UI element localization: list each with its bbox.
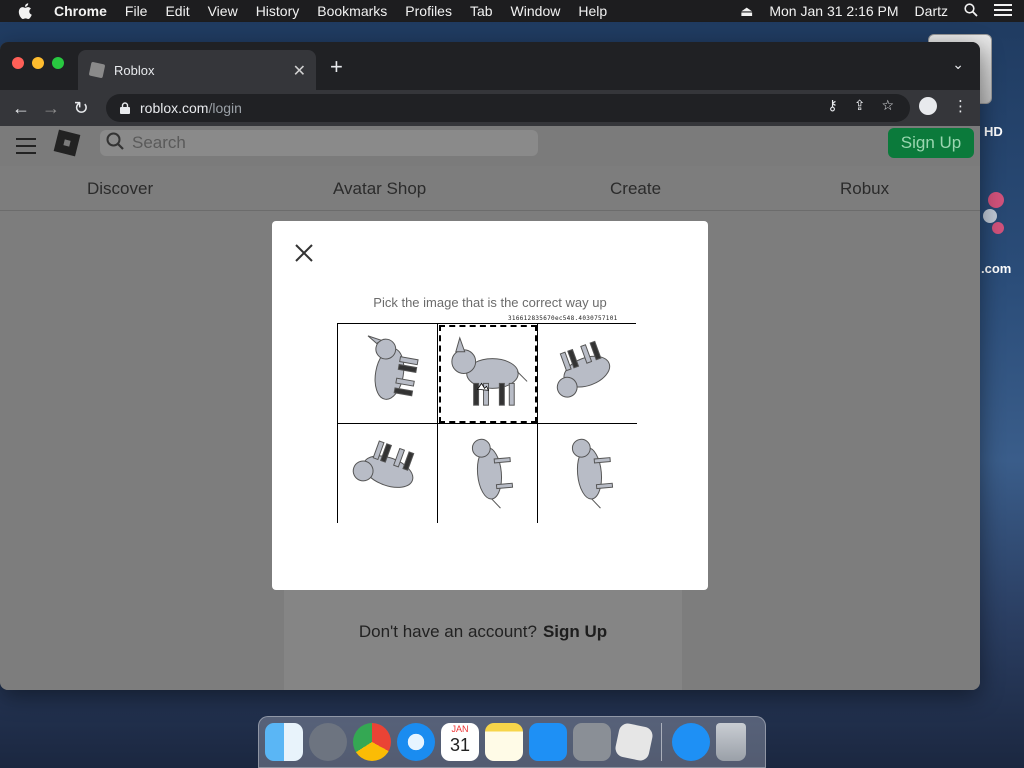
menu-app-name[interactable]: Chrome	[54, 3, 107, 19]
safari-icon[interactable]	[397, 723, 435, 761]
close-icon[interactable]	[294, 241, 314, 267]
signup-prompt: Don't have an account? Sign Up	[284, 622, 682, 642]
lock-icon	[120, 102, 130, 114]
menu-bar: Chrome File Edit View History Bookmarks …	[0, 0, 1024, 22]
tab-title: Roblox	[114, 62, 155, 78]
captcha-image-3[interactable]	[538, 324, 637, 424]
zoom-window-button[interactable]	[52, 57, 64, 69]
system-preferences-icon[interactable]	[573, 723, 611, 761]
menu-datetime[interactable]: Mon Jan 31 2:16 PM	[769, 3, 898, 19]
eject-icon[interactable]: ⏏	[740, 3, 753, 20]
dock-separator	[661, 723, 662, 761]
menu-view[interactable]: View	[208, 3, 238, 19]
menu-file[interactable]: File	[125, 3, 148, 19]
close-window-button[interactable]	[12, 57, 24, 69]
notes-icon[interactable]	[485, 723, 523, 761]
app-store-icon[interactable]	[529, 723, 567, 761]
nav-avatar-shop[interactable]: Avatar Shop	[333, 179, 426, 199]
minimize-window-button[interactable]	[32, 57, 44, 69]
reload-icon[interactable]: ↻	[66, 98, 96, 119]
captcha-image-6[interactable]	[538, 424, 637, 523]
bookmark-star-icon[interactable]: ☆	[881, 97, 894, 114]
forward-arrow-icon[interactable]: →	[36, 98, 66, 119]
captcha-image-5[interactable]	[438, 424, 538, 523]
finder-icon[interactable]	[265, 723, 303, 761]
window-controls	[12, 57, 64, 69]
captcha-image-4[interactable]	[338, 424, 438, 523]
tab-roblox[interactable]: Roblox ✕	[78, 50, 316, 90]
signup-button[interactable]: Sign Up	[888, 128, 974, 158]
captcha-token: 316612835670ec548.4030757101	[508, 315, 618, 322]
close-tab-icon[interactable]: ✕	[293, 61, 306, 81]
browser-toolbar: ← → ↻ roblox.com/login ⚷ ⇪ ☆ ⋮	[0, 90, 980, 126]
hamburger-menu-icon[interactable]	[16, 138, 36, 159]
trash-icon[interactable]	[716, 723, 746, 761]
back-arrow-icon[interactable]: ←	[6, 98, 36, 119]
captcha-image-1[interactable]	[338, 324, 438, 424]
menu-profiles[interactable]: Profiles	[405, 3, 452, 19]
tab-bar: Roblox ✕ + ⌄	[0, 42, 980, 90]
spotlight-search-icon[interactable]	[964, 2, 978, 20]
menu-history[interactable]: History	[256, 3, 300, 19]
control-center-icon[interactable]	[994, 3, 1012, 20]
hard-drive-label: HD	[984, 124, 1003, 139]
account-question: Don't have an account?	[358, 622, 537, 641]
nav-robux[interactable]: Robux	[840, 179, 889, 199]
nav-discover[interactable]: Discover	[87, 179, 153, 199]
roblox-search-input[interactable]: Search	[100, 130, 538, 156]
app-store-icon-2[interactable]	[672, 723, 710, 761]
password-key-icon[interactable]: ⚷	[827, 97, 837, 114]
calendar-month: JAN	[451, 724, 469, 734]
url-path: /login	[208, 100, 242, 116]
share-icon[interactable]: ⇪	[854, 97, 866, 114]
captcha-prompt: Pick the image that is the correct way u…	[373, 295, 607, 310]
calendar-day: 31	[449, 735, 471, 755]
desktop-file-icon[interactable]	[982, 180, 1022, 240]
menu-edit[interactable]: Edit	[165, 3, 189, 19]
dock: JAN 31	[258, 716, 766, 768]
signup-link[interactable]: Sign Up	[543, 622, 607, 641]
roblox-header: Search Sign Up	[0, 126, 980, 166]
calendar-icon[interactable]: JAN 31	[441, 723, 479, 761]
roblox-favicon-icon	[88, 61, 106, 79]
roblox-logo-icon[interactable]	[53, 129, 81, 157]
search-icon	[106, 132, 124, 155]
menu-help[interactable]: Help	[578, 3, 607, 19]
roblox-nav: Discover Avatar Shop Create Robux	[0, 166, 980, 211]
roblox-icon[interactable]	[613, 721, 655, 763]
url-host: roblox.com	[140, 100, 209, 116]
tab-search-chevron-icon[interactable]: ⌄	[952, 56, 964, 73]
nav-create[interactable]: Create	[610, 179, 661, 199]
menu-user[interactable]: Dartz	[915, 3, 948, 19]
address-bar[interactable]: roblox.com/login	[106, 94, 910, 122]
menu-tab[interactable]: Tab	[470, 3, 493, 19]
captcha-modal: Pick the image that is the correct way u…	[272, 221, 708, 590]
chrome-icon[interactable]	[353, 723, 391, 761]
profile-avatar-icon[interactable]	[919, 97, 937, 115]
apple-menu-icon[interactable]	[18, 3, 38, 19]
captcha-image-2-selected[interactable]	[438, 324, 538, 424]
search-placeholder: Search	[132, 133, 186, 152]
launchpad-icon[interactable]	[309, 723, 347, 761]
chrome-menu-icon[interactable]: ⋮	[953, 97, 968, 115]
menu-bookmarks[interactable]: Bookmarks	[317, 3, 387, 19]
desktop-file-label: .com	[981, 261, 1012, 276]
captcha-image-grid	[337, 323, 637, 523]
menu-window[interactable]: Window	[511, 3, 561, 19]
new-tab-plus-icon[interactable]: +	[330, 54, 343, 80]
